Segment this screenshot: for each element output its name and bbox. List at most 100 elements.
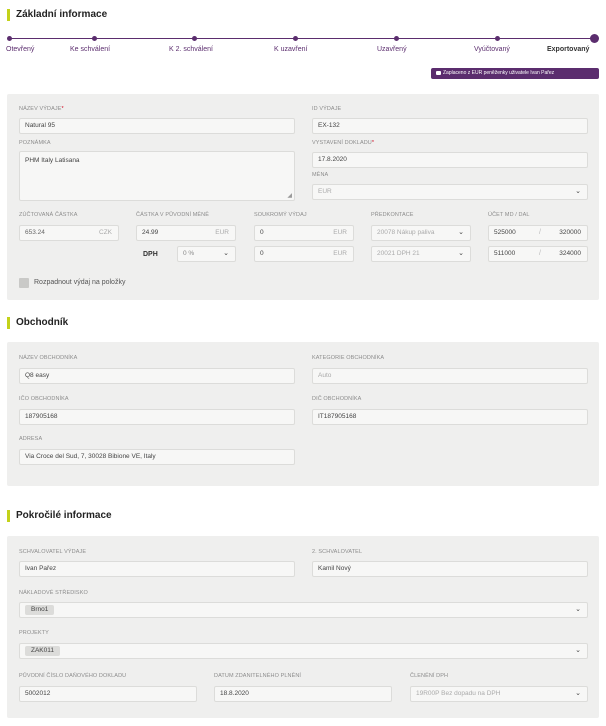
private-currency: EUR <box>333 229 347 236</box>
account-label: Účet MD / DAL <box>488 212 530 218</box>
expense-id-label: ID výdaje <box>312 106 342 112</box>
split-checkbox-label[interactable]: Rozpadnout výdaj na položky <box>34 279 125 286</box>
cost-center-select[interactable]: Brno1 ⌄ <box>19 602 588 618</box>
step-closed[interactable]: Uzavřený <box>377 46 407 53</box>
ico-label: IČO obchodníka <box>19 396 69 402</box>
address-input[interactable]: Via Croce del Sud, 7, 30028 Bibione VE, … <box>19 449 295 465</box>
chevron-down-icon: ⌄ <box>458 229 464 236</box>
merchant-category-label: Kategorie obchodníka <box>312 355 385 361</box>
vat-rate-select[interactable]: 0 % ⌄ <box>177 246 236 262</box>
step-dot-3 <box>192 36 197 41</box>
issued-date-input[interactable]: 17.8.2020 <box>312 152 588 168</box>
paid-badge-label: Zaplaceno z EUR peněženky uživatele Ivan… <box>443 70 555 76</box>
precontact-value-1: 20078 Nákup paliva <box>377 229 435 236</box>
original-currency: EUR <box>215 229 229 236</box>
address-label: Adresa <box>19 436 43 442</box>
merchant-category-input[interactable]: Auto <box>312 368 588 384</box>
approver-input[interactable]: Ivan Pařez <box>19 561 295 577</box>
step-exported[interactable]: Exportovaný <box>547 46 589 53</box>
merchant-name-input[interactable]: Q8 easy <box>19 368 295 384</box>
step-dot-4 <box>293 36 298 41</box>
note-textarea[interactable]: PHM Italy Latisana ◢ <box>19 151 295 201</box>
step-dot-6 <box>495 36 500 41</box>
orig-doc-label: Původní číslo daňového dokladu <box>19 673 127 679</box>
section-title-merchant: Obchodník <box>7 317 68 329</box>
dal-value-2: 324000 <box>559 250 581 257</box>
original-amount-value: 24.99 <box>142 229 159 236</box>
md-value-2: 511000 <box>494 250 516 257</box>
vat-class-value: 19R00P Bez dopadu na DPH <box>416 690 501 697</box>
expense-id-input[interactable]: EX-132 <box>312 118 588 134</box>
split-checkbox[interactable] <box>19 278 29 288</box>
note-text: PHM Italy Latisana <box>25 157 80 164</box>
chevron-down-icon: ⌄ <box>575 606 581 613</box>
taxable-date-input[interactable]: 18.8.2020 <box>214 686 392 702</box>
step-to-approve[interactable]: Ke schválení <box>70 46 110 53</box>
wallet-icon <box>436 70 441 75</box>
ico-input[interactable]: 187905168 <box>19 409 295 425</box>
cost-center-label: Nákladové středisko <box>19 590 88 596</box>
issued-label: Vystavení dokladu* <box>312 140 375 146</box>
currency-value: EUR <box>318 188 332 195</box>
precontact-label: Předkontace <box>371 212 414 218</box>
expense-name-label: Název výdaje* <box>19 106 64 112</box>
dic-label: DIČ obchodníka <box>312 396 362 402</box>
dic-input[interactable]: IT187905168 <box>312 409 588 425</box>
step-to-close[interactable]: K uzavření <box>274 46 307 53</box>
vat-amount-value: 0 <box>260 250 264 257</box>
step-dot-2 <box>92 36 97 41</box>
account-separator: / <box>539 250 541 257</box>
status-stepper: Otevřený Ke schválení K 2. schválení K u… <box>0 0 606 60</box>
vat-amount-input[interactable]: 0 EUR <box>254 246 354 262</box>
approver2-label: 2. schvalovatel <box>312 549 363 555</box>
account-input-1[interactable]: 525000 / 320000 <box>488 225 588 241</box>
original-amount-input[interactable]: 24.99 EUR <box>136 225 236 241</box>
settled-amount-value: 653.24 <box>25 229 45 236</box>
vat-label: DPH <box>143 251 158 258</box>
vat-class-select[interactable]: 19R00P Bez dopadu na DPH ⌄ <box>410 686 588 702</box>
step-second-approval[interactable]: K 2. schválení <box>169 46 213 53</box>
orig-doc-input[interactable]: 5002012 <box>19 686 197 702</box>
project-chip[interactable]: ZAK011 <box>25 646 61 656</box>
currency-select[interactable]: EUR ⌄ <box>312 184 588 200</box>
currency-label: Měna <box>312 172 329 178</box>
precontact-value-2: 20021 DPH 21 <box>377 250 420 257</box>
precontact-select-2[interactable]: 20021 DPH 21 ⌄ <box>371 246 471 262</box>
approver-label: Schvalovatel výdaje <box>19 549 87 555</box>
chevron-down-icon: ⌄ <box>458 250 464 257</box>
expense-name-input[interactable]: Natural 95 <box>19 118 295 134</box>
projects-label: Projekty <box>19 630 49 636</box>
approver2-input[interactable]: Kamil Nový <box>312 561 588 577</box>
taxable-date-label: Datum zdanitelného plnění <box>214 673 302 679</box>
settled-currency: CZK <box>99 229 112 236</box>
section-title-advanced: Pokročilé informace <box>7 510 112 522</box>
resize-handle-icon[interactable]: ◢ <box>287 193 292 199</box>
chevron-down-icon: ⌄ <box>575 188 581 195</box>
settled-amount-label: Zúčtovaná částka <box>19 212 78 218</box>
vat-rate-value: 0 % <box>183 250 195 257</box>
paid-badge: Zaplaceno z EUR peněženky uživatele Ivan… <box>431 68 599 79</box>
dal-value-1: 320000 <box>559 229 581 236</box>
chevron-down-icon: ⌄ <box>223 250 229 257</box>
md-value-1: 525000 <box>494 229 516 236</box>
settled-amount-input: 653.24 CZK <box>19 225 119 241</box>
original-amount-label: Částka v původní měně <box>136 212 210 218</box>
vat-class-label: Členění DPH <box>410 673 449 679</box>
step-settled[interactable]: Vyúčtovaný <box>474 46 510 53</box>
precontact-select-1[interactable]: 20078 Nákup paliva ⌄ <box>371 225 471 241</box>
private-expense-input[interactable]: 0 EUR <box>254 225 354 241</box>
step-dot-current <box>590 34 599 43</box>
private-expense-label: Soukromý výdaj <box>254 212 307 218</box>
chevron-down-icon: ⌄ <box>575 647 581 654</box>
step-dot-1 <box>7 36 12 41</box>
vat-currency: EUR <box>333 250 347 257</box>
cost-center-chip[interactable]: Brno1 <box>25 605 55 615</box>
chevron-down-icon: ⌄ <box>575 690 581 697</box>
account-separator: / <box>539 229 541 236</box>
projects-select[interactable]: ZAK011 ⌄ <box>19 643 588 659</box>
private-amount-value: 0 <box>260 229 264 236</box>
account-input-2[interactable]: 511000 / 324000 <box>488 246 588 262</box>
merchant-name-label: Název obchodníka <box>19 355 78 361</box>
note-label: Poznámka <box>19 140 51 146</box>
step-open[interactable]: Otevřený <box>6 46 34 53</box>
